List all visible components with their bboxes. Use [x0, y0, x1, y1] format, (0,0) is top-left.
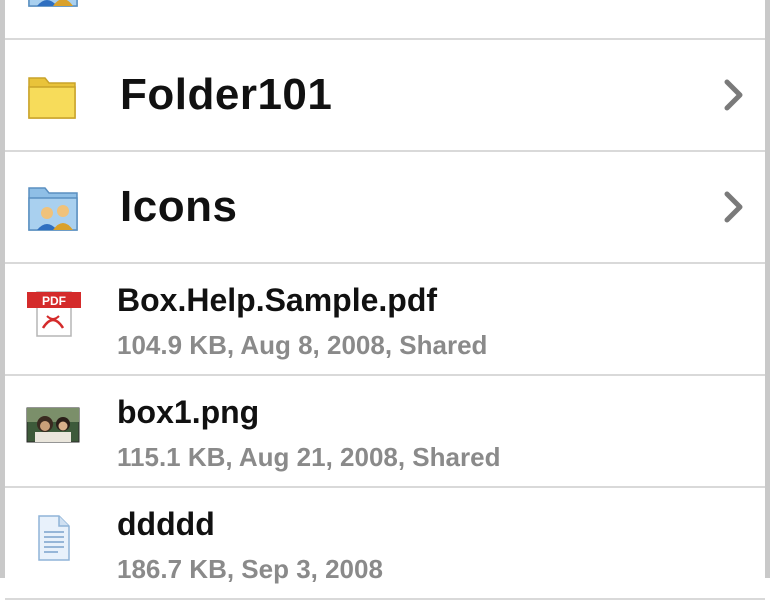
file-meta: 115.1 KB, Aug 21, 2008, Shared: [117, 442, 501, 472]
folder-name: Folder101: [120, 70, 333, 119]
shared-folder-icon: [25, 180, 81, 236]
chevron-right-icon: [723, 78, 745, 112]
file-row-box-help-sample-pdf[interactable]: PDF Box.Help.Sample.pdf 104.9 KB, Aug 8,…: [5, 264, 765, 376]
document-icon: [25, 508, 81, 564]
file-meta: 186.7 KB, Sep 3, 2008: [117, 554, 383, 584]
file-list: Box Folder 1 Folder101 Icons: [5, 0, 765, 600]
image-thumbnail-icon: [25, 396, 81, 452]
file-row-ddddd[interactable]: ddddd 186.7 KB, Sep 3, 2008: [5, 488, 765, 600]
folder-icon: [25, 68, 81, 124]
folder-name: Box Folder 1: [120, 0, 393, 8]
pdf-file-icon: PDF: [25, 284, 81, 340]
folder-row-folder101[interactable]: Folder101: [5, 40, 765, 152]
file-name: box1.png: [117, 394, 260, 430]
chevron-right-icon: [723, 190, 745, 224]
folder-row-box-folder-1[interactable]: Box Folder 1: [5, 0, 765, 40]
file-meta: 104.9 KB, Aug 8, 2008, Shared: [117, 330, 488, 360]
pdf-badge-text: PDF: [42, 294, 66, 308]
file-name: ddddd: [117, 506, 215, 542]
shared-folder-icon: [25, 0, 81, 12]
folder-name: Icons: [120, 182, 238, 231]
list-frame-right: [765, 0, 770, 578]
file-row-box1-png[interactable]: box1.png 115.1 KB, Aug 21, 2008, Shared: [5, 376, 765, 488]
folder-row-icons[interactable]: Icons: [5, 152, 765, 264]
file-name: Box.Help.Sample.pdf: [117, 282, 438, 318]
